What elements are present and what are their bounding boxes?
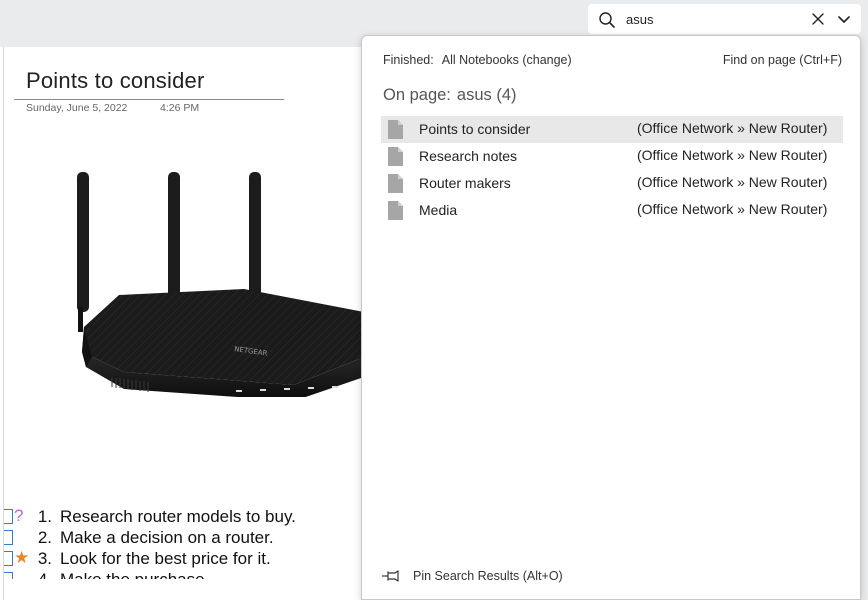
result-item[interactable]: Points to consider (Office Network » New… [381,116,843,143]
page-icon [388,201,403,220]
page-icon [388,174,403,193]
search-results-panel: Finished: All Notebooks (change) Find on … [361,35,861,600]
pin-icon [382,570,399,582]
page-icon [388,147,403,166]
result-path: (Office Network » New Router) [637,147,828,163]
result-title: Media [419,202,458,218]
checkbox[interactable] [4,530,13,545]
search-box[interactable] [588,4,861,34]
result-path: (Office Network » New Router) [637,201,828,217]
search-status: Finished: All Notebooks (change) [383,53,572,67]
todo-item[interactable]: 4. Make the purchase [4,569,364,579]
result-path: (Office Network » New Router) [637,174,828,190]
result-item[interactable]: Media (Office Network » New Router) [381,197,843,224]
checkbox[interactable] [4,509,13,524]
todo-text: Make a decision on a router. [60,528,274,547]
note-page[interactable]: Points to consider Sunday, June 5, 2022 … [4,47,364,600]
search-icon [599,12,615,28]
find-on-page-link[interactable]: Find on page (Ctrl+F) [723,53,842,67]
todo-item[interactable]: ? 1. Research router models to buy. [4,506,364,527]
list-number: 2. [37,528,52,547]
on-page-heading: On page: asus (4) [383,86,517,105]
finished-label: Finished: [383,53,434,67]
page-date: Sunday, June 5, 2022 [26,102,128,114]
result-item[interactable]: Research notes (Office Network » New Rou… [381,143,843,170]
checkbox[interactable] [4,572,13,579]
page-time: 4:26 PM [160,102,200,114]
question-tag-icon: ? [14,506,24,525]
on-page-summary: asus (4) [456,86,517,104]
page-icon [388,120,403,139]
pin-label: Pin Search Results (Alt+O) [413,569,563,583]
list-number: 4. [30,570,52,579]
todo-text: Research router models to buy. [60,507,296,526]
result-title: Research notes [419,148,518,164]
star-tag-icon: ★ [14,548,30,567]
pin-search-results-button[interactable]: Pin Search Results (Alt+O) [382,569,563,583]
result-item[interactable]: Router makers (Office Network » New Rout… [381,170,843,197]
chevron-down-icon[interactable] [836,11,852,27]
result-list: Points to consider (Office Network » New… [381,116,843,224]
router-image[interactable]: NETGEAR [64,167,364,397]
list-number: 1. [37,507,52,526]
search-input[interactable] [626,8,806,30]
todo-text: Make the purchase [60,570,205,579]
page-title[interactable]: Points to consider [26,68,204,94]
on-page-label: On page: [383,86,451,104]
todo-list: ? 1. Research router models to buy. 2. M… [4,506,364,579]
result-path: (Office Network » New Router) [637,120,828,136]
result-title: Router makers [419,175,511,191]
result-title: Points to consider [419,121,531,137]
close-icon[interactable] [809,10,827,28]
list-number: 3. [37,549,52,568]
todo-item[interactable]: ★ 3. Look for the best price for it. [4,548,364,569]
todo-text: Look for the best price for it. [60,549,271,568]
todo-item[interactable]: 2. Make a decision on a router. [4,527,364,548]
search-scope-link[interactable]: All Notebooks (change) [442,53,572,67]
title-divider [14,99,284,100]
checkbox[interactable] [4,551,13,566]
